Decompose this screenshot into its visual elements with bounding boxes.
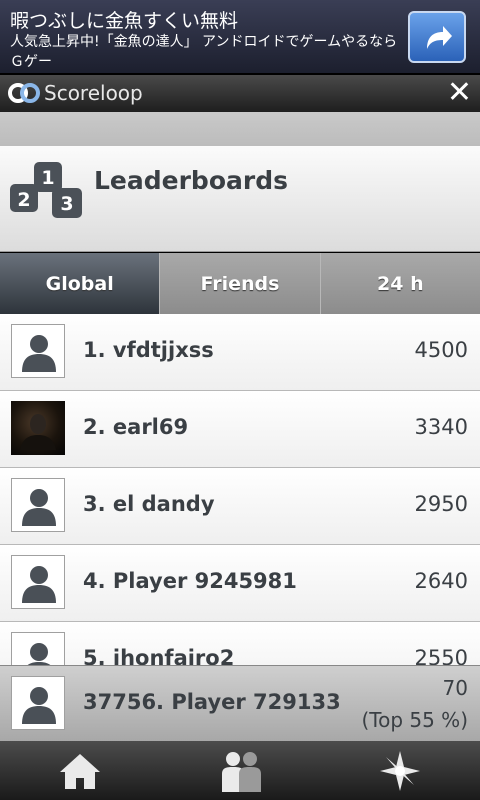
avatar-photo [11,401,65,455]
default-avatar-icon [27,643,51,665]
ad-banner[interactable]: 暇つぶしに金魚すくい無料 人気急上昇中!「金魚の達人」 アンドロイドでゲームやる… [0,0,480,75]
my-player-name: 37756. Player 729133 [83,690,341,714]
avatar [11,555,65,609]
player-score: 3340 [414,415,468,439]
app-bar: Scoreloop ✕ [0,75,480,112]
nav-friends-button[interactable] [160,741,320,800]
leaderboard-row[interactable]: 1. vfdtjjxss 4500 [0,314,480,391]
player-score: 2640 [414,569,468,593]
my-rank-row[interactable]: 37756. Player 729133 70 (Top 55 %) [0,665,480,741]
close-button[interactable]: ✕ [447,77,472,109]
tab-global[interactable]: Global [0,253,160,314]
leaderboard-row[interactable]: 3. el dandy 2950 [0,468,480,545]
page-title: Leaderboards [94,166,288,195]
scoreloop-logo-icon [8,83,40,103]
svg-text:2: 2 [17,189,30,211]
svg-text:3: 3 [60,193,73,215]
player-score: 2550 [414,646,468,665]
ad-share-button[interactable] [408,11,466,63]
default-avatar-icon [22,489,56,526]
ad-title: 暇つぶしに金魚すくい無料 [10,10,239,32]
nav-discover-button[interactable] [320,741,480,800]
tab-friends[interactable]: Friends [159,253,320,314]
avatar [11,478,65,532]
friends-icon [222,751,261,792]
player-score: 2950 [414,492,468,516]
default-avatar-icon [22,566,56,603]
person-photo-icon [20,414,56,450]
home-icon [60,753,100,789]
default-avatar-icon [22,335,56,372]
star-burst-icon [380,750,420,791]
leaderboard-list[interactable]: 1. vfdtjjxss 4500 2. earl69 3340 3. el d… [0,314,480,665]
svg-text:1: 1 [41,167,54,189]
leaderboard-row[interactable]: 5. jhonfairo2 2550 [0,622,480,665]
leaderboard-row[interactable]: 2. earl69 3340 [0,391,480,468]
leaderboard-row[interactable]: 4. Player 9245981 2640 [0,545,480,622]
spacer [0,112,480,146]
player-name: 1. vfdtjjxss [83,338,214,362]
avatar [11,632,65,665]
player-name: 5. jhonfairo2 [83,646,235,665]
podium-icon: 2 1 3 [10,162,82,218]
my-percentile: (Top 55 %) [361,708,468,732]
my-score: 70 [442,676,468,700]
scope-tabs: Global Friends 24 h [0,253,480,314]
nav-home-button[interactable] [0,741,160,800]
avatar [11,324,65,378]
avatar [11,676,65,730]
player-name: 4. Player 9245981 [83,569,297,593]
player-name: 2. earl69 [83,415,189,439]
bottom-nav [0,741,480,800]
player-name: 3. el dandy [83,492,215,516]
share-arrow-icon [427,26,452,49]
ad-body: 人気急上昇中!「金魚の達人」 アンドロイドでゲームやるならＧゲー [10,34,398,70]
tab-24h[interactable]: 24 h [319,253,480,314]
player-score: 4500 [414,338,468,362]
page-header: 2 1 3 Leaderboards [0,146,480,252]
default-avatar-icon [22,687,56,724]
brand-name: Scoreloop [44,81,143,105]
